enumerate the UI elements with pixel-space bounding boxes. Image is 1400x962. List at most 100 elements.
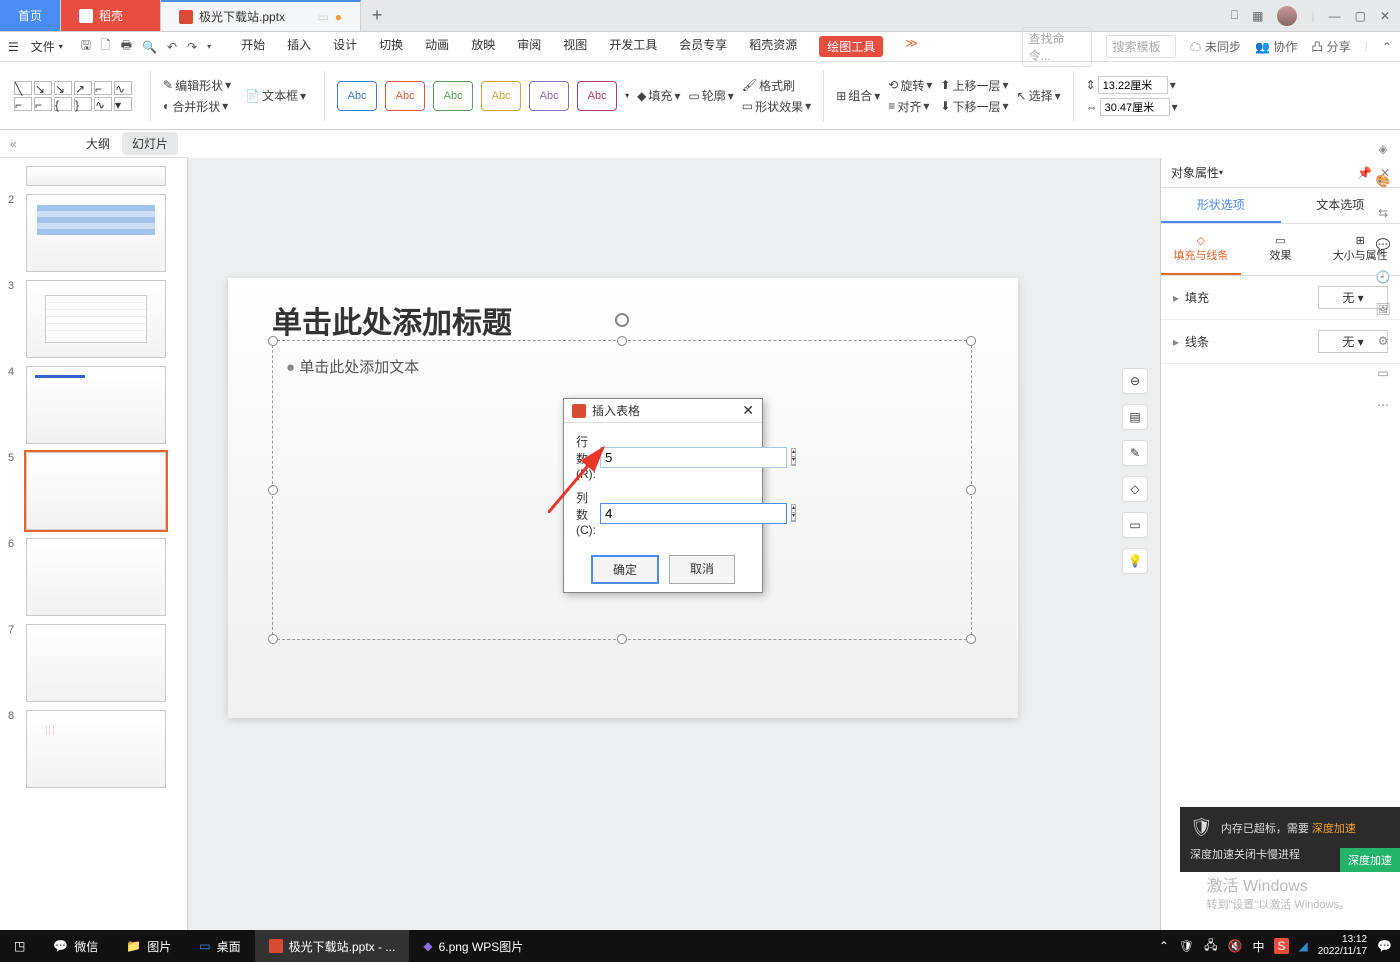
tab-document[interactable]: 极光下载站.pptx ▭ ● [161, 0, 361, 31]
tray-up-icon[interactable]: ⌃ [1159, 939, 1169, 953]
menu-review[interactable]: 审阅 [517, 36, 541, 57]
send-backward-button[interactable]: ⬇ 下移一层 ▾ [940, 98, 1008, 115]
fill-line-tab[interactable]: ◇填充与线条 [1161, 224, 1241, 275]
effects-tab[interactable]: ▭效果 [1241, 224, 1321, 275]
print-icon[interactable]: 🖶 [121, 36, 132, 57]
dialog-close-button[interactable]: ✕ [742, 402, 754, 419]
shape-gallery[interactable]: ╲↘↘↗⌐∿ ⌐⌐{}∿▾ [14, 81, 132, 111]
shape-height-input[interactable] [1098, 76, 1168, 94]
tray-net-icon[interactable]: 🖧 [1204, 936, 1217, 957]
taskbar-wpspic[interactable]: ◆6.png WPS图片 [409, 930, 537, 962]
menu-animation[interactable]: 动画 [425, 36, 449, 57]
search-template-input[interactable]: 搜索模板 [1106, 35, 1176, 58]
cols-input[interactable] [600, 503, 787, 524]
style-preset-1[interactable]: Abc [337, 81, 377, 111]
bring-forward-button[interactable]: ⬆ 上移一层 ▾ [940, 77, 1008, 94]
slide-thumb-2[interactable]: 2 [0, 190, 187, 276]
tray-ime-icon[interactable]: 中 [1252, 938, 1264, 955]
menu-slideshow[interactable]: 放映 [471, 36, 495, 57]
cols-spin-up[interactable]: ▴ [792, 505, 795, 513]
shape-width-input[interactable] [1100, 98, 1170, 116]
taskbar-pictures[interactable]: 📁图片 [112, 930, 185, 962]
style-preset-4[interactable]: Abc [481, 81, 521, 111]
resize-handle-sw[interactable] [268, 634, 278, 644]
cloud-sync[interactable]: ☁ 未同步 [1190, 38, 1241, 55]
user-avatar[interactable] [1277, 6, 1297, 26]
slide-thumb-5[interactable]: 5 [0, 448, 187, 534]
resize-handle-s[interactable] [617, 634, 627, 644]
side-msg-icon[interactable]: 💬 [1376, 238, 1391, 252]
resize-handle-n[interactable] [617, 336, 627, 346]
tray-shield-icon[interactable]: 🛡 [1179, 939, 1194, 953]
layout-icon[interactable]: ⎕ [1231, 8, 1238, 23]
menu-view[interactable]: 视图 [563, 36, 587, 57]
expand-line-icon[interactable]: ▸ [1173, 335, 1179, 349]
side-settings-icon[interactable]: ⇆ [1378, 206, 1388, 220]
side-clock-icon[interactable]: 🕘 [1376, 270, 1391, 284]
system-clock[interactable]: 13:12 2022/11/17 [1318, 934, 1367, 958]
style-preset-5[interactable]: Abc [529, 81, 569, 111]
slide-thumb-7[interactable]: 7 [0, 620, 187, 706]
outline-tab[interactable]: 大纲 [76, 132, 120, 155]
save-icon[interactable]: 🖫 [81, 36, 91, 57]
undo-icon[interactable]: ↶ [167, 40, 177, 54]
tab-docer[interactable]: 稻壳 [61, 0, 161, 31]
style-preset-3[interactable]: Abc [433, 81, 473, 111]
tool-pen[interactable]: ✎ [1122, 440, 1148, 466]
rows-spin-down[interactable]: ▾ [792, 457, 795, 465]
collapse-panel-icon[interactable]: « [10, 137, 17, 151]
tool-collapse[interactable]: ⊖ [1122, 368, 1148, 394]
share-button[interactable]: 凸 分享 [1311, 38, 1350, 55]
tray-sogou-icon[interactable]: S [1274, 938, 1288, 954]
taskbar-desktop[interactable]: ▭桌面 [185, 930, 254, 962]
hamburger-icon[interactable]: ☰ [8, 40, 19, 54]
title-placeholder[interactable]: 单击此处添加标题 [272, 298, 512, 342]
tray-vol-icon[interactable]: 🔇 [1228, 939, 1243, 953]
resize-handle-se[interactable] [966, 634, 976, 644]
rows-input[interactable] [600, 447, 787, 468]
file-menu[interactable]: 文件 ▾ [25, 36, 69, 57]
resize-handle-w[interactable] [268, 485, 278, 495]
menu-start[interactable]: 开始 [241, 36, 265, 57]
minimize-button[interactable]: — [1329, 9, 1341, 23]
outline-button[interactable]: ▭轮廓▾ [688, 87, 733, 104]
shape-options-tab[interactable]: 形状选项 [1161, 188, 1281, 223]
style-preset-2[interactable]: Abc [385, 81, 425, 111]
menu-drawing-tools[interactable]: 绘图工具 [819, 36, 883, 57]
redo-icon[interactable]: ↷ [187, 40, 197, 54]
side-diamond-icon[interactable]: ◈ [1378, 142, 1387, 156]
taskbar-wps[interactable]: 极光下载站.pptx - ... [255, 930, 410, 962]
notif-center-icon[interactable]: 💬 [1377, 939, 1392, 953]
select-pane-button[interactable]: ↖选择▾ [1017, 87, 1061, 104]
system-notification[interactable]: 🛡 内存已超标，需要 深度加速 深度加速关闭卡慢进程 深度加速 [1180, 807, 1400, 872]
tool-bulb[interactable]: 💡 [1122, 548, 1148, 574]
side-palette-icon[interactable]: 🎨 [1376, 174, 1391, 188]
taskbar-wechat[interactable]: 💬微信 [39, 930, 112, 962]
cols-spin-down[interactable]: ▾ [792, 513, 795, 521]
slide-thumb-3[interactable]: 3 [0, 276, 187, 362]
slide-editor[interactable]: 单击此处添加标题 单击此处添加文本 ▦ 🎞 插入表格 [188, 158, 1160, 958]
menu-vip[interactable]: 会员专享 [679, 36, 727, 57]
save2-icon[interactable]: 🗋 [101, 36, 111, 57]
menu-transition[interactable]: 切换 [379, 36, 403, 57]
rotate-button[interactable]: ⟲ 旋转 ▾ [888, 77, 932, 94]
rows-spin-up[interactable]: ▴ [792, 449, 795, 457]
text-placeholder[interactable]: 单击此处添加文本 [286, 356, 419, 377]
slide-thumb-4[interactable]: 4 [0, 362, 187, 448]
dialog-cancel-button[interactable]: 取消 [669, 555, 735, 584]
grid-icon[interactable]: ▦ [1252, 9, 1263, 23]
notif-action-button[interactable]: 深度加速 [1340, 848, 1400, 872]
collab-button[interactable]: 👥 协作 [1255, 38, 1297, 55]
resize-handle-e[interactable] [966, 485, 976, 495]
tool-note[interactable]: ▭ [1122, 512, 1148, 538]
menu-devtools[interactable]: 开发工具 [609, 36, 657, 57]
dialog-ok-button[interactable]: 确定 [591, 555, 659, 584]
shape-effect-button[interactable]: ▭ 形状效果 ▾ [742, 98, 811, 115]
preview-icon[interactable]: 🔍 [142, 40, 157, 54]
resize-handle-ne[interactable] [966, 336, 976, 346]
slides-tab[interactable]: 幻灯片 [122, 132, 178, 155]
side-box-icon[interactable]: ▭ [1377, 366, 1388, 380]
fill-button[interactable]: ◆填充▾ [637, 87, 680, 104]
merge-shape-button[interactable]: ◐ 合并形状 ▾ [163, 98, 231, 115]
close-button[interactable]: ✕ [1380, 9, 1390, 23]
